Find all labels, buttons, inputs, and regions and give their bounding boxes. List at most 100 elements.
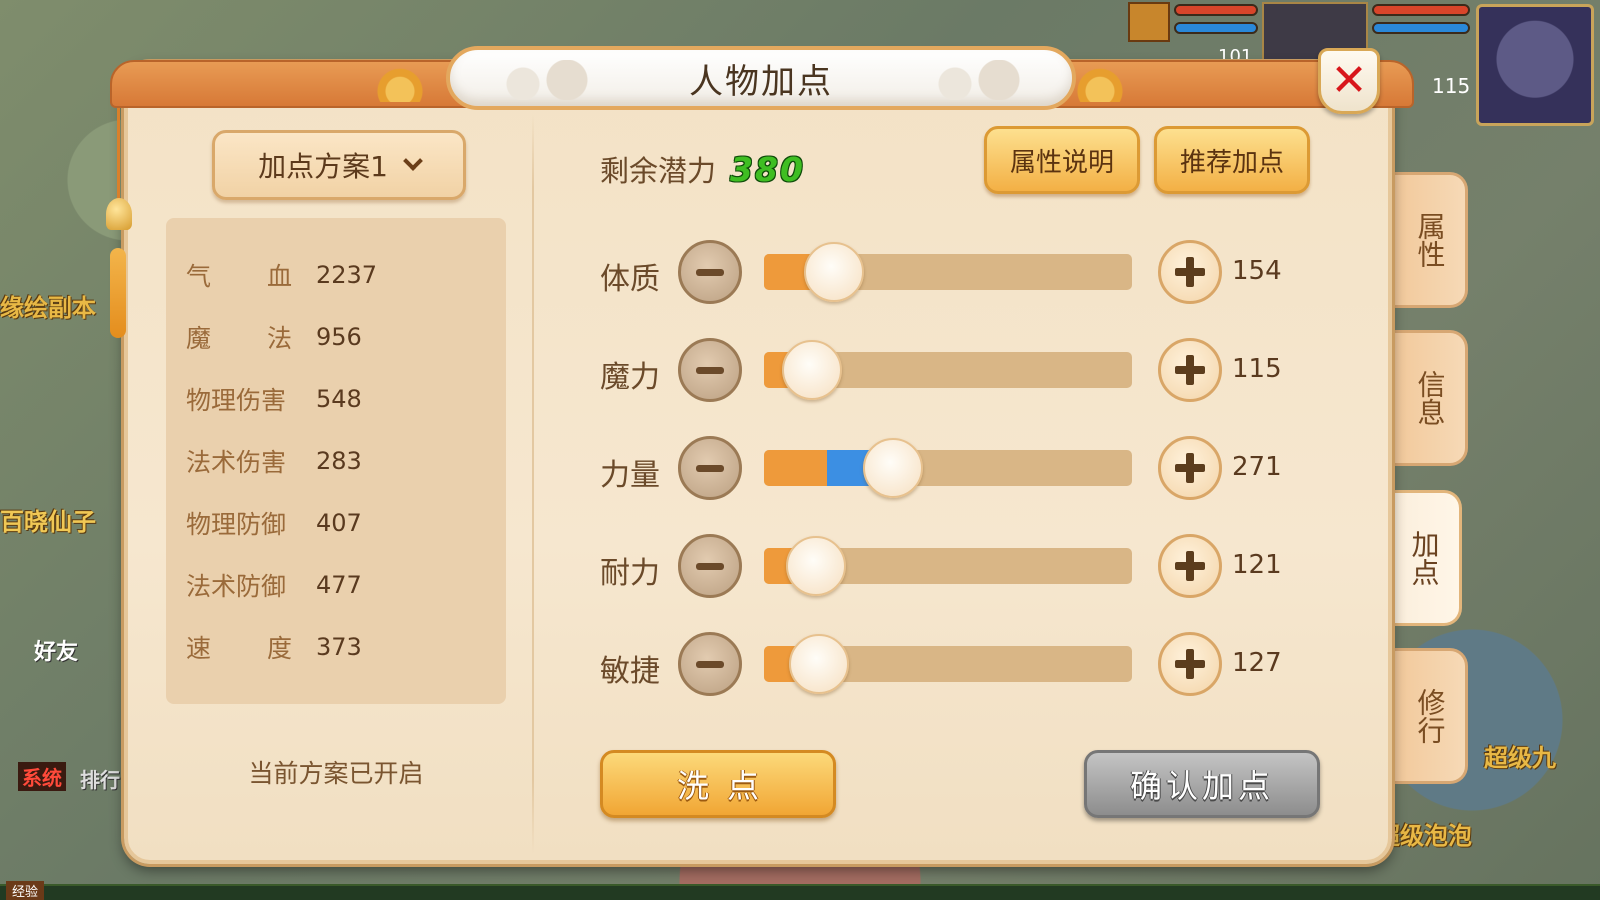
attribute-name: 耐力 — [600, 556, 660, 591]
chat-channel-system[interactable]: 系统 — [18, 762, 66, 791]
attribute-row: 体质 154 — [600, 240, 1320, 310]
slider-handle[interactable] — [803, 242, 864, 302]
stat-value: 477 — [316, 571, 362, 599]
slider-handle[interactable] — [862, 438, 923, 498]
potential-value: 380 — [730, 149, 805, 189]
increase-button[interactable] — [1158, 436, 1222, 500]
stat-value: 2237 — [316, 261, 378, 289]
attribute-slider-track[interactable] — [764, 340, 1132, 400]
plus-icon — [1175, 257, 1205, 287]
tab-add-points[interactable]: 加点 — [1388, 490, 1462, 626]
stat-label: 魔法 — [186, 324, 292, 353]
attribute-info-button[interactable]: 属性说明 — [984, 126, 1140, 194]
confirm-points-button[interactable]: 确认加点 — [1084, 750, 1320, 818]
slider-fill-base — [764, 450, 827, 486]
plan-status-text: 当前方案已开启 — [248, 759, 424, 788]
close-icon: ✕ — [1330, 55, 1368, 106]
cloud-decoration-right — [922, 60, 1032, 100]
tab-attributes[interactable]: 属性 — [1394, 172, 1468, 308]
attribute-name: 敏捷 — [600, 654, 660, 689]
dialog-title: 人物加点 — [689, 61, 833, 102]
stats-panel: 加点方案1 气血 2237 魔法 956 物理伤害 548 法术伤害 283 物理防御 407 法术… — [128, 114, 528, 854]
friends-button[interactable]: 好友 — [34, 634, 78, 666]
tab-cultivation[interactable]: 修行 — [1394, 648, 1468, 784]
attribute-value: 154 — [1232, 256, 1282, 286]
stat-row: 气血 2237 — [186, 244, 506, 306]
stat-label: 法术防御 — [186, 572, 287, 601]
attribute-row: 耐力 121 — [600, 534, 1320, 604]
stat-value: 548 — [316, 385, 362, 413]
minus-icon — [696, 660, 724, 668]
cloud-decoration-left — [490, 60, 600, 100]
add-points-dialog: 人物加点 ✕ 加点方案1 气血 2237 魔法 956 物理伤害 548 法术伤害 283 物理… — [106, 46, 1414, 864]
chevron-down-icon — [403, 151, 423, 171]
attribute-value: 271 — [1232, 452, 1282, 482]
scene-label-npc: 百晓仙子 — [0, 508, 96, 536]
stat-value: 373 — [316, 633, 362, 661]
dialog-title-plate: 人物加点 — [446, 46, 1076, 110]
hud-mp-bar-1 — [1174, 22, 1258, 34]
increase-button[interactable] — [1158, 632, 1222, 696]
attribute-name: 魔力 — [600, 360, 660, 395]
stat-label: 气血 — [186, 262, 292, 291]
stats-list: 气血 2237 魔法 956 物理伤害 548 法术伤害 283 物理防御 407 法术防御 477 速… — [166, 218, 506, 704]
attribute-value: 127 — [1232, 648, 1282, 678]
stat-label: 法术伤害 — [186, 448, 287, 477]
stat-row: 魔法 956 — [186, 306, 506, 368]
wash-points-button[interactable]: 洗点 — [600, 750, 836, 818]
hud-buff-icon[interactable] — [1128, 2, 1170, 42]
plus-icon — [1175, 453, 1205, 483]
plan-dropdown[interactable]: 加点方案1 — [212, 130, 466, 200]
tassel-decoration — [106, 108, 132, 358]
stat-value: 956 — [316, 323, 362, 351]
decrease-button[interactable] — [678, 240, 742, 304]
remaining-potential: 剩余潜力 380 — [600, 148, 805, 190]
stat-row: 物理防御 407 — [186, 492, 506, 554]
minus-icon — [696, 464, 724, 472]
slider-handle[interactable] — [785, 536, 846, 596]
attribute-slider-track[interactable] — [764, 438, 1132, 498]
stat-row: 速度 373 — [186, 616, 506, 678]
attribute-slider-track[interactable] — [764, 536, 1132, 596]
slider-handle[interactable] — [781, 340, 842, 400]
minus-icon — [696, 268, 724, 276]
attribute-slider-track[interactable] — [764, 242, 1132, 302]
stat-label: 速度 — [186, 634, 292, 663]
decrease-button[interactable] — [678, 338, 742, 402]
increase-button[interactable] — [1158, 534, 1222, 598]
increase-button[interactable] — [1158, 338, 1222, 402]
decrease-button[interactable] — [678, 632, 742, 696]
increase-button[interactable] — [1158, 240, 1222, 304]
attribute-slider-track[interactable] — [764, 634, 1132, 694]
player-level: 115 — [1432, 74, 1471, 98]
decrease-button[interactable] — [678, 436, 742, 500]
stat-value: 283 — [316, 447, 362, 475]
plus-icon — [1175, 551, 1205, 581]
chat-channel-ranking[interactable]: 排行 — [80, 764, 120, 793]
recommend-points-button[interactable]: 推荐加点 — [1154, 126, 1310, 194]
attribute-name: 力量 — [600, 458, 660, 493]
slider-handle[interactable] — [789, 634, 850, 694]
stat-row: 法术防御 477 — [186, 554, 506, 616]
plus-icon — [1175, 649, 1205, 679]
stat-label: 物理伤害 — [186, 386, 287, 415]
attribute-row: 敏捷 127 — [600, 632, 1320, 702]
close-button[interactable]: ✕ — [1318, 48, 1380, 114]
stat-value: 407 — [316, 509, 362, 537]
stat-label: 物理防御 — [186, 510, 287, 539]
scroll-ornament-left — [360, 66, 440, 102]
player-avatar[interactable] — [1476, 4, 1594, 126]
scene-label-dungeon: 缘绘副本 — [0, 294, 96, 322]
hud-hp-bar-2 — [1372, 4, 1470, 16]
decrease-button[interactable] — [678, 534, 742, 598]
stat-row: 法术伤害 283 — [186, 430, 506, 492]
panel-divider — [532, 114, 534, 854]
attribute-row: 力量 271 — [600, 436, 1320, 506]
experience-bar — [0, 884, 1600, 900]
hud-hp-bar-1 — [1174, 4, 1258, 16]
plan-dropdown-label: 加点方案1 — [258, 150, 388, 183]
potential-label: 剩余潜力 — [600, 154, 717, 188]
plus-icon — [1175, 355, 1205, 385]
tab-info[interactable]: 信息 — [1394, 330, 1468, 466]
minus-icon — [696, 366, 724, 374]
